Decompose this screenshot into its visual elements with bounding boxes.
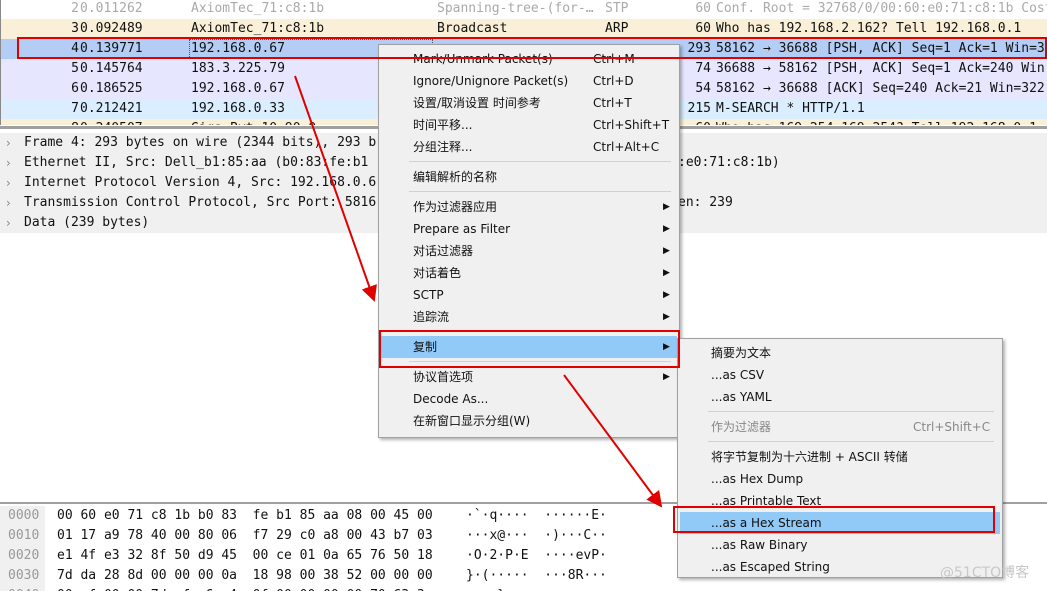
- arrow-to-copy: [294, 75, 377, 302]
- watermark: @51CTO博客: [940, 565, 1030, 581]
- arrow-to-hex-stream: [563, 374, 663, 508]
- annotation-arrows: [294, 75, 663, 508]
